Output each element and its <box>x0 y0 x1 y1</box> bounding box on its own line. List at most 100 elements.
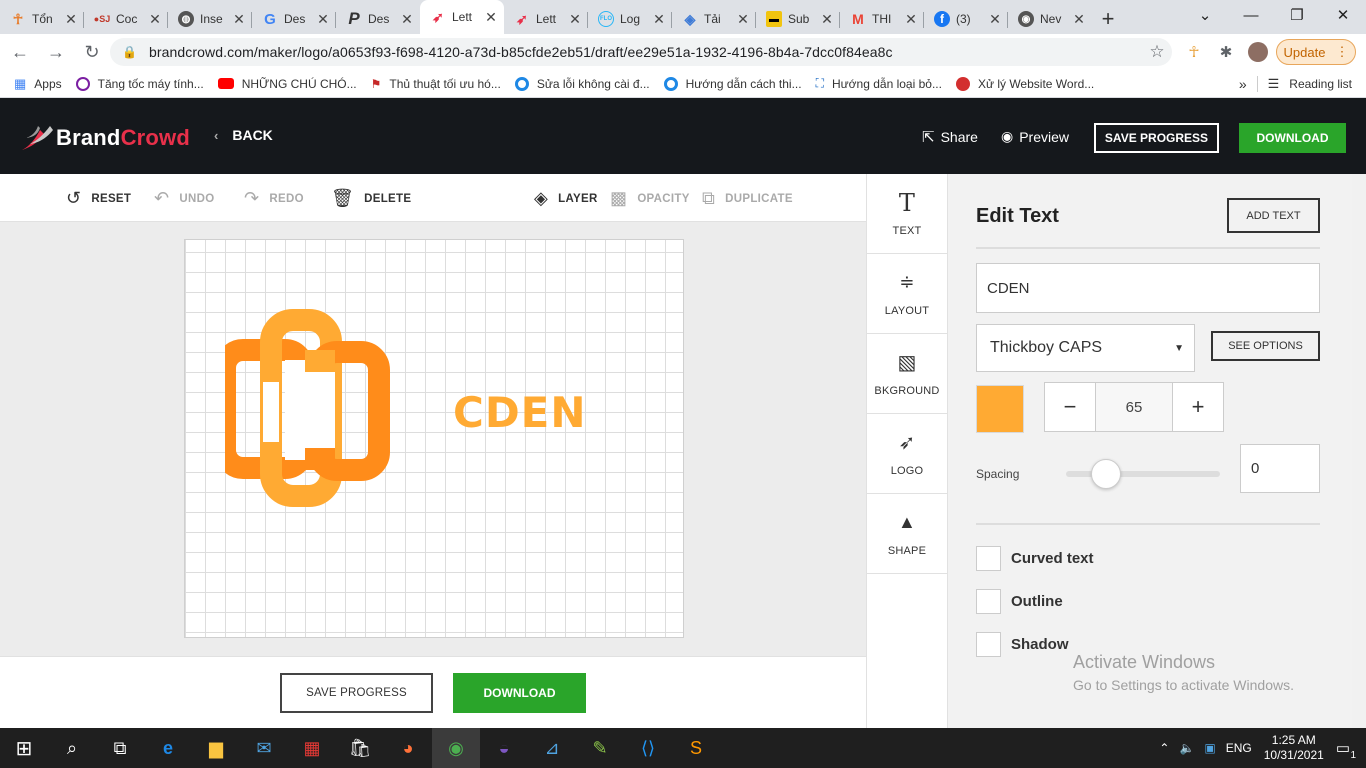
close-window-icon[interactable]: ✕ <box>1320 0 1366 30</box>
browser-tab[interactable]: ▬ Sub ✕ <box>756 4 840 34</box>
browser-tab[interactable]: FLO Log ✕ <box>588 4 672 34</box>
curved-text-checkbox[interactable]: Curved text <box>976 546 1094 571</box>
close-tab-icon[interactable]: ✕ <box>1072 11 1086 28</box>
avatar[interactable] <box>1248 42 1268 62</box>
network-app-icon[interactable]: ⊿ <box>528 728 576 768</box>
browser-tab[interactable]: ●SJ Coc ✕ <box>84 4 168 34</box>
checkbox-box[interactable] <box>976 546 1001 571</box>
extensions-puzzle-icon[interactable]: ✱ <box>1216 42 1236 62</box>
vscode-icon[interactable]: ⟨⟩ <box>624 728 672 768</box>
layer-button[interactable]: ◈ LAYER <box>534 188 598 209</box>
notepad-icon[interactable]: ✎ <box>576 728 624 768</box>
share-button[interactable]: ⇱ Share <box>922 128 978 146</box>
close-tab-icon[interactable]: ✕ <box>736 11 750 28</box>
close-tab-icon[interactable]: ✕ <box>232 11 246 28</box>
tray-chevron-icon[interactable]: ⌃ <box>1159 741 1169 755</box>
sublime-icon[interactable]: S <box>672 728 720 768</box>
tool-layout[interactable]: ≑ LAYOUT <box>867 254 947 334</box>
increase-size-button[interactable]: + <box>1173 383 1223 431</box>
more-bookmarks-icon[interactable]: » <box>1239 76 1247 92</box>
spacing-slider-handle[interactable] <box>1091 459 1121 489</box>
preview-button[interactable]: ◉ Preview <box>1001 128 1069 145</box>
duplicate-button[interactable]: ⧉ DUPLICATE <box>702 188 793 209</box>
close-tab-icon[interactable]: ✕ <box>148 11 162 28</box>
back-arrow-icon[interactable]: ← <box>4 36 36 68</box>
bookmark-item[interactable]: ⚑ Thủ thuật tối ưu hó... <box>371 77 501 91</box>
store-icon[interactable]: 🛍 <box>336 728 384 768</box>
bookmark-star-icon[interactable]: ☆ <box>1142 42 1172 62</box>
reading-list-button[interactable]: Reading list <box>1289 77 1352 91</box>
checkbox-box[interactable] <box>976 632 1001 657</box>
text-color-swatch[interactable] <box>976 385 1024 433</box>
save-progress-button-bottom[interactable]: SAVE PROGRESS <box>280 673 433 713</box>
page-scrollbar[interactable] <box>1352 174 1366 728</box>
shadow-checkbox[interactable]: Shadow <box>976 632 1069 657</box>
opacity-button[interactable]: ▩ OPACITY <box>610 188 690 209</box>
logo-mark-icon[interactable] <box>225 302 395 512</box>
back-button[interactable]: ‹ BACK <box>214 127 273 143</box>
browser-tab-active[interactable]: ➶ Lett ✕ <box>420 0 504 34</box>
search-icon[interactable]: ⌕ <box>48 728 96 768</box>
checkbox-box[interactable] <box>976 589 1001 614</box>
font-size-value[interactable]: 65 <box>1095 383 1173 431</box>
language-indicator[interactable]: ENG <box>1226 741 1252 755</box>
browser-tab[interactable]: G Des ✕ <box>252 4 336 34</box>
download-button[interactable]: DOWNLOAD <box>1239 123 1346 153</box>
extension-person-icon[interactable]: ☥ <box>1184 42 1204 62</box>
bookmark-item[interactable]: Xử lý Website Word... <box>955 76 1094 91</box>
bookmark-item[interactable]: Hướng dẫn cách thi... <box>663 76 802 91</box>
bookmark-item[interactable]: Tăng tốc máy tính... <box>75 76 204 91</box>
font-select[interactable]: Thickboy CAPS ▼ <box>976 324 1195 372</box>
bookmark-item[interactable]: NHỮNG CHÚ CHÓ... <box>217 77 357 91</box>
minimize-icon[interactable]: — <box>1228 0 1274 30</box>
brandcrowd-logo[interactable]: BrandCrowd <box>20 124 190 152</box>
tab-search-icon[interactable]: ⌄ <box>1182 0 1228 30</box>
task-view-icon[interactable]: ⧉ <box>96 728 144 768</box>
close-tab-icon[interactable]: ✕ <box>904 11 918 28</box>
browser-tab[interactable]: f (3) ✕ <box>924 4 1008 34</box>
browser-tab[interactable]: ◈ Tải ✕ <box>672 4 756 34</box>
volume-icon[interactable]: 🔈 <box>1179 741 1194 755</box>
eclipse-icon[interactable]: ◒ <box>480 728 528 768</box>
browser-tab[interactable]: ◍ Inse ✕ <box>168 4 252 34</box>
firefox-icon[interactable]: ◕ <box>384 728 432 768</box>
notification-icon[interactable]: ▭ 1 <box>1336 739 1356 761</box>
edge-icon[interactable]: e <box>144 728 192 768</box>
clock[interactable]: 1:25 AM 10/31/2021 <box>1264 733 1324 763</box>
browser-tab[interactable]: ➶ Lett ✕ <box>504 4 588 34</box>
browser-tab[interactable]: P Des ✕ <box>336 4 420 34</box>
lock-icon[interactable]: 🔒 <box>122 45 137 59</box>
new-tab-button[interactable]: + <box>1092 4 1124 34</box>
tool-shape[interactable]: ▲ SHAPE <box>867 494 947 574</box>
design-canvas[interactable]: CDEN <box>184 239 684 638</box>
chrome-taskbar-icon[interactable]: ◉ <box>432 728 480 768</box>
text-content-input[interactable]: CDEN <box>976 263 1320 313</box>
close-tab-icon[interactable]: ✕ <box>568 11 582 28</box>
tool-logo[interactable]: ➶ LOGO <box>867 414 947 494</box>
close-tab-icon[interactable]: ✕ <box>64 11 78 28</box>
close-tab-icon[interactable]: ✕ <box>400 11 414 28</box>
address-bar[interactable]: 🔒 brandcrowd.com/maker/logo/a0653f93-f69… <box>110 38 1172 66</box>
browser-tab[interactable]: M THI ✕ <box>840 4 924 34</box>
close-tab-icon[interactable]: ✕ <box>652 11 666 28</box>
save-progress-button[interactable]: SAVE PROGRESS <box>1094 123 1219 153</box>
logo-text[interactable]: CDEN <box>453 388 587 437</box>
see-options-button[interactable]: SEE OPTIONS <box>1211 331 1320 361</box>
forward-arrow-icon[interactable]: → <box>40 36 72 68</box>
spacing-input[interactable]: 0 <box>1240 444 1320 493</box>
close-tab-icon[interactable]: ✕ <box>484 9 498 26</box>
ime-icon[interactable]: ▣ <box>1204 741 1215 755</box>
bookmark-apps[interactable]: ▦ Apps <box>14 76 62 92</box>
windows-start-icon[interactable]: ⊞ <box>0 728 48 768</box>
browser-tab[interactable]: ◉ Nev ✕ <box>1008 4 1092 34</box>
reset-button[interactable]: ↺ RESET <box>66 188 131 209</box>
browser-tab[interactable]: ☥ Tổn ✕ <box>0 4 84 34</box>
update-button[interactable]: Update ⋮ <box>1276 39 1356 65</box>
delete-button[interactable]: 🗑 DELETE <box>331 188 411 209</box>
spacing-slider-track[interactable] <box>1066 471 1220 477</box>
download-button-bottom[interactable]: DOWNLOAD <box>453 673 586 713</box>
close-tab-icon[interactable]: ✕ <box>988 11 1002 28</box>
decrease-size-button[interactable]: − <box>1045 383 1095 431</box>
bookmark-item[interactable]: Sửa lỗi không cài đ... <box>514 76 650 91</box>
close-tab-icon[interactable]: ✕ <box>820 11 834 28</box>
